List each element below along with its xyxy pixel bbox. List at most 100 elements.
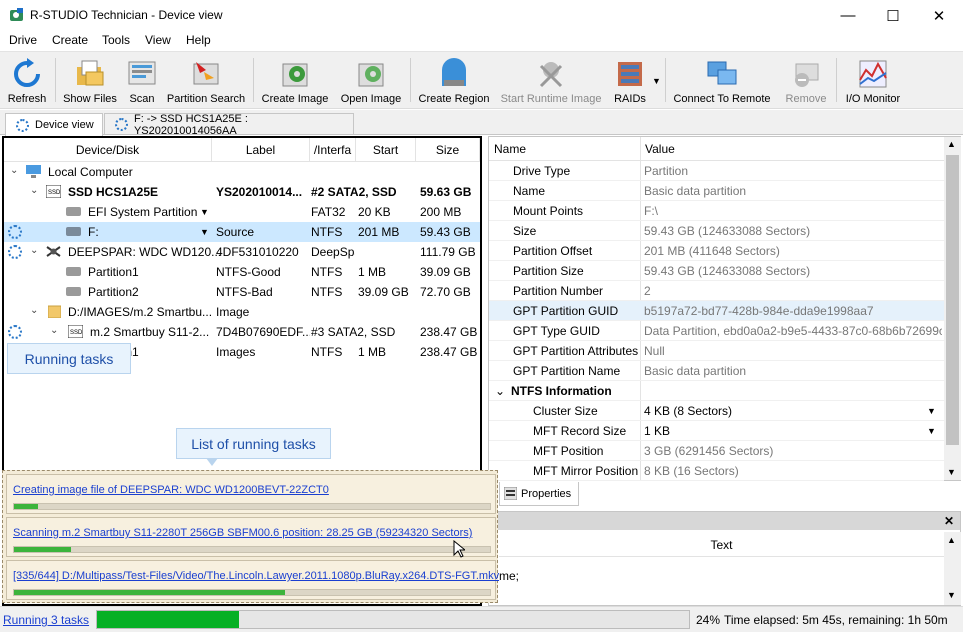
collapse-arrow-icon[interactable]: ⌄ xyxy=(30,185,38,196)
task-item[interactable]: Scanning m.2 Smartbuy S11-2280T 256GB SB… xyxy=(6,517,496,558)
task-link[interactable]: Creating image file of DEEPSPAR: WDC WD1… xyxy=(13,484,329,496)
tree-row-image-file[interactable]: ⌄ D:/IMAGES/m.2 Smartbu... Image xyxy=(4,302,480,322)
close-button[interactable]: ✕ xyxy=(916,0,962,31)
property-name: Size xyxy=(513,224,537,238)
property-row[interactable]: Cluster Size 4 KB (8 Sectors) ▼ xyxy=(489,401,944,421)
tree-row-partition2[interactable]: Partition2 NTFS-Bad NTFS 39.09 GB 72.70 … xyxy=(4,282,480,302)
property-row[interactable]: Partition Number 2 xyxy=(489,281,944,301)
property-value: 59.43 GB (124633088 Sectors) xyxy=(644,264,811,278)
col-interface[interactable]: /Interfa xyxy=(310,138,356,162)
property-group-header[interactable]: ⌄ NTFS Information xyxy=(489,381,944,401)
create-region-button[interactable]: Create Region xyxy=(417,52,491,108)
tree-row-efi[interactable]: EFI System Partition ▼ FAT32 20 KB 200 M… xyxy=(4,202,480,222)
collapse-arrow-icon[interactable]: ⌄ xyxy=(10,165,18,176)
menu-create[interactable]: Create xyxy=(52,33,88,47)
col-name[interactable]: Name xyxy=(494,142,526,156)
show-files-button[interactable]: Show Files xyxy=(62,52,118,108)
properties-scrollbar[interactable]: ▲ ▼ xyxy=(944,137,961,480)
collapse-arrow-icon[interactable]: ⌄ xyxy=(50,325,58,336)
col-label[interactable]: Label xyxy=(212,138,310,162)
collapse-arrow-icon[interactable]: ⌄ xyxy=(30,305,38,316)
time-elapsed: Time elapsed: 5m 45s, remaining: 1h 50m xyxy=(724,613,948,627)
row-dropdown-icon[interactable]: ▼ xyxy=(200,227,209,237)
property-row[interactable]: GPT Partition Attributes Null xyxy=(489,341,944,361)
property-row[interactable]: Size 59.43 GB (124633088 Sectors) xyxy=(489,221,944,241)
menu-tools[interactable]: Tools xyxy=(102,33,130,47)
value-dropdown-icon[interactable]: ▼ xyxy=(927,406,936,416)
log-col-text[interactable]: Text xyxy=(499,533,944,557)
properties-icon xyxy=(504,487,517,500)
property-name: Partition Size xyxy=(513,264,584,278)
running-tasks-link[interactable]: Running 3 tasks xyxy=(3,613,89,627)
menu-view[interactable]: View xyxy=(145,33,171,47)
property-row[interactable]: Partition Size 59.43 GB (124633088 Sector… xyxy=(489,261,944,281)
tab-partition-f[interactable]: F: -> SSD HCS1A25E : YS202010014056AA xyxy=(104,113,354,137)
scan-button[interactable]: Scan xyxy=(124,52,160,108)
property-value: Basic data partition xyxy=(644,184,747,198)
property-row[interactable]: MFT Record Size 1 KB ▼ xyxy=(489,421,944,441)
remote-computer-icon xyxy=(707,61,737,85)
property-row[interactable]: GPT Type GUID Data Partition, ebd0a0a2-b9… xyxy=(489,321,944,341)
collapse-arrow-icon[interactable]: ⌄ xyxy=(495,384,505,398)
tree-row-deepspar[interactable]: ⌄ DEEPSPAR: WDC WD120... 4DF531010220 De… xyxy=(4,242,480,262)
raids-button[interactable]: RAIDs xyxy=(610,52,650,108)
app-icon xyxy=(10,8,23,21)
task-link[interactable]: [335/644] D:/Multipass/Test-Files/Video/… xyxy=(13,570,499,582)
col-value[interactable]: Value xyxy=(645,142,675,156)
start-runtime-image-button[interactable]: Start Runtime Image xyxy=(498,52,604,108)
scroll-up-arrow-icon[interactable]: ▲ xyxy=(947,139,956,149)
task-item[interactable]: Creating image file of DEEPSPAR: WDC WD1… xyxy=(6,474,496,514)
value-dropdown-icon[interactable]: ▼ xyxy=(927,426,936,436)
menu-drive[interactable]: Drive xyxy=(9,33,37,47)
property-row[interactable]: MFT Mirror Position 8 KB (16 Sectors) xyxy=(489,461,944,481)
properties-pane: Name Value Drive Type Partition Name Basic … xyxy=(488,136,961,481)
tree-row-m2-smartbuy[interactable]: ⌄ SSD m.2 Smartbuy S11-2... 7D4B07690EDF… xyxy=(4,322,480,342)
property-row[interactable]: GPT Partition Name Basic data partition xyxy=(489,361,944,381)
scroll-thumb[interactable] xyxy=(946,155,959,445)
busy-spinner-icon xyxy=(8,225,22,239)
property-row[interactable]: MFT Position 3 GB (6291456 Sectors) xyxy=(489,441,944,461)
property-row[interactable]: Drive Type Partition xyxy=(489,161,944,181)
tree-row-local-computer[interactable]: ⌄ Local Computer xyxy=(4,162,480,182)
menu-help[interactable]: Help xyxy=(186,33,211,47)
log-scrollbar[interactable]: ▲ ▼ xyxy=(944,532,961,605)
collapse-arrow-icon[interactable]: ⌄ xyxy=(30,245,38,256)
task-progress-bar xyxy=(13,546,491,553)
task-link[interactable]: Scanning m.2 Smartbuy S11-2280T 256GB SB… xyxy=(13,527,472,539)
property-row[interactable]: Name Basic data partition xyxy=(489,181,944,201)
log-panel-titlebar xyxy=(489,512,960,530)
open-image-button[interactable]: Open Image xyxy=(339,52,403,108)
col-start[interactable]: Start xyxy=(356,138,416,162)
task-item[interactable]: [335/644] D:/Multipass/Test-Files/Video/… xyxy=(6,560,499,600)
io-monitor-icon xyxy=(859,60,887,88)
scroll-down-arrow-icon[interactable]: ▼ xyxy=(947,467,956,477)
create-image-button[interactable]: Create Image xyxy=(260,52,330,108)
scroll-down-arrow-icon[interactable]: ▼ xyxy=(947,590,956,600)
tab-device-view[interactable]: Device view xyxy=(5,113,103,136)
busy-spinner-icon xyxy=(8,325,22,339)
log-close-icon[interactable]: ✕ xyxy=(944,514,954,528)
col-size[interactable]: Size xyxy=(416,138,480,162)
partition-search-button[interactable]: Partition Search xyxy=(165,52,247,108)
row-dropdown-icon[interactable]: ▼ xyxy=(200,207,209,217)
tree-row-f[interactable]: F: ▼ Source NTFS 201 MB 59.43 GB xyxy=(4,222,480,242)
raids-dropdown-arrow-icon[interactable]: ▼ xyxy=(652,76,661,86)
col-device-disk[interactable]: Device/Disk xyxy=(4,138,212,162)
ssd-icon: SSD xyxy=(46,185,61,198)
property-row[interactable]: Mount Points F:\ xyxy=(489,201,944,221)
tab-properties[interactable]: Properties xyxy=(499,482,579,506)
property-name: Name xyxy=(513,184,546,198)
tree-row-ssd-hcs1a25e[interactable]: ⌄ SSD SSD HCS1A25E YS202010014... #2 SAT… xyxy=(4,182,480,202)
scroll-up-arrow-icon[interactable]: ▲ xyxy=(947,535,956,545)
io-monitor-button[interactable]: I/O Monitor xyxy=(843,52,903,108)
refresh-button[interactable]: Refresh xyxy=(4,52,50,108)
property-value: Partition xyxy=(644,164,689,178)
connect-remote-button[interactable]: Connect To Remote xyxy=(672,52,772,108)
minimize-button[interactable]: — xyxy=(825,0,871,31)
runtime-image-icon xyxy=(539,62,563,88)
property-row[interactable]: Partition Offset 201 MB (411648 Sectors) xyxy=(489,241,944,261)
tree-row-partition1[interactable]: Partition1 NTFS-Good NTFS 1 MB 39.09 GB xyxy=(4,262,480,282)
remove-button[interactable]: Remove xyxy=(782,52,830,108)
maximize-button[interactable]: ☐ xyxy=(870,0,916,31)
property-row[interactable]: GPT Partition GUID b5197a72-bd77-428b-984… xyxy=(489,301,944,321)
